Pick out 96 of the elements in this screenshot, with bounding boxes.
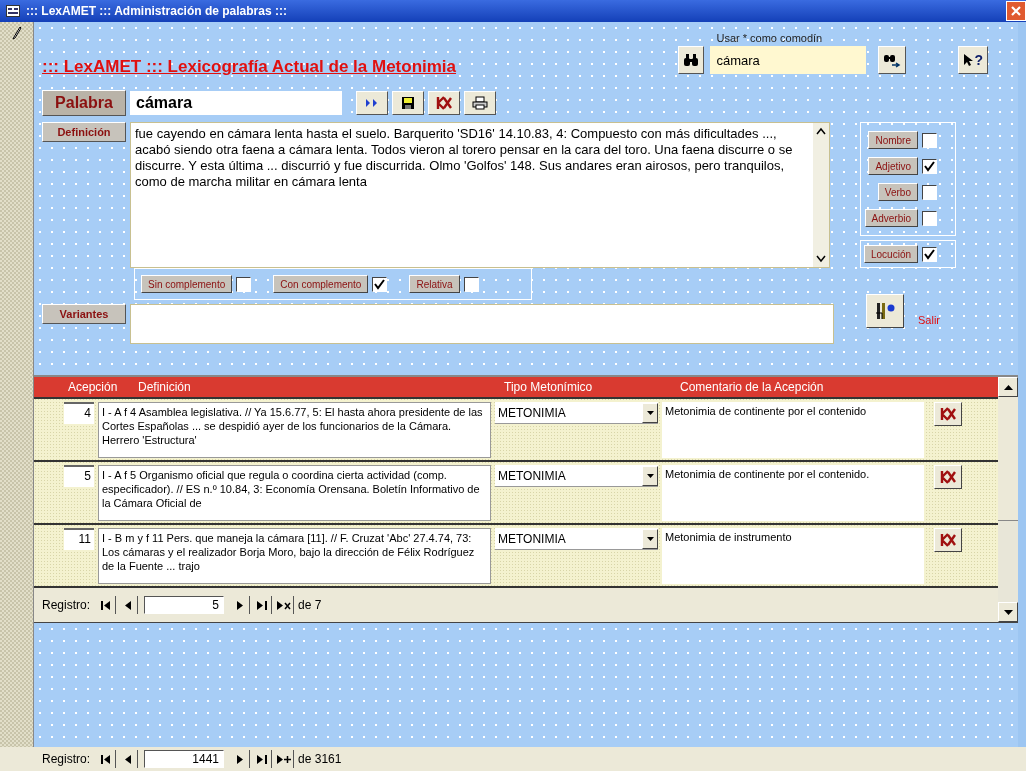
search-hint: Usar * como comodín xyxy=(715,32,824,44)
exit-label: Salir xyxy=(918,314,940,326)
scroll-down-icon xyxy=(1003,609,1013,615)
option-button[interactable]: Adjetivo xyxy=(868,157,918,175)
scrollbar[interactable] xyxy=(998,377,1018,622)
exit-button[interactable] xyxy=(866,294,904,328)
close-button[interactable] xyxy=(1006,1,1026,21)
checkbox[interactable] xyxy=(372,276,388,292)
option-button[interactable]: Sin complemento xyxy=(141,275,233,293)
sense-definition-field[interactable]: I - A f 4 Asamblea legislativa. // Ya 15.6.77, 5: El hasta ahora presidente de las Cortes Españolas ... se despidió ayer de los funcionarios de la Cámara. Herrero 'Estructura' xyxy=(98,402,491,458)
form-icon xyxy=(6,5,20,17)
sense-number-field[interactable]: 5 xyxy=(64,465,94,487)
type-dropdown[interactable]: METONIMIA xyxy=(495,402,658,424)
help-button[interactable]: ? xyxy=(958,46,988,74)
last-icon xyxy=(256,754,267,764)
caret-icon xyxy=(646,410,654,415)
delete-icon xyxy=(940,533,956,547)
scrollbar[interactable] xyxy=(813,123,829,267)
type-dropdown[interactable]: METONIMIA xyxy=(495,528,658,550)
binoculars-arrow-icon xyxy=(883,52,902,68)
checkbox[interactable] xyxy=(236,276,252,292)
word-label-button[interactable]: Palabra xyxy=(42,90,126,116)
print-button[interactable] xyxy=(464,91,496,115)
delete-sense-button[interactable] xyxy=(934,528,962,552)
variants-field[interactable] xyxy=(130,304,834,344)
search-field[interactable]: cámara xyxy=(710,46,867,74)
column-header: Comentario de la Acepción xyxy=(680,380,825,394)
new-record-button[interactable] xyxy=(274,750,295,768)
previous-icon xyxy=(124,754,131,764)
last-icon xyxy=(256,600,267,610)
option-button[interactable]: Verbo xyxy=(877,183,918,201)
go-button[interactable] xyxy=(356,91,388,115)
pointer-icon xyxy=(963,53,974,67)
definition-field[interactable]: fue cayendo en cámara lenta hasta el suelo. Barquerito 'SD16' 14.10.83, 4: Compuesto con más dificultades ..., acabó siendo otra faena a cámara lenta. Todos vieron al torero pensar en la cara del toro. Una faena discurre o se discurre. Y esta última ... discurrió y fue discurrida. Olmo 'Golfos' 148. Sus andares eran airosos, pero tranquilos, como de marcha militar en cámara lenta xyxy=(130,122,830,268)
binoculars-icon xyxy=(683,53,700,67)
checkbox[interactable] xyxy=(922,210,937,226)
scroll-down-icon xyxy=(816,255,826,263)
record-number-field[interactable]: 1441 xyxy=(144,750,225,768)
checkbox[interactable] xyxy=(922,246,937,262)
sense-comment-field[interactable]: Metonimia de instrumento xyxy=(662,528,924,584)
checkbox[interactable] xyxy=(463,276,479,292)
scroll-up-icon xyxy=(816,127,826,135)
sense-definition-field[interactable]: I - B m y f 11 Pers. que maneja la cámara [11]. // F. Cruzat 'Abc' 27.4.74, 73: Los cámaras y el realizador Borja Moro, bajo la dirección de Félix Rodríguez de la Fuente ... trajo xyxy=(98,528,491,584)
type-dropdown[interactable]: METONIMIA xyxy=(495,465,658,487)
definition-label-button[interactable]: Definición xyxy=(42,122,126,142)
printer-icon xyxy=(472,96,488,110)
delete-sense-button[interactable] xyxy=(934,465,962,489)
save-icon xyxy=(401,96,415,110)
delete-icon xyxy=(940,470,956,484)
record-count: de 3161 xyxy=(298,752,342,766)
navigator-label: Registro: xyxy=(42,752,91,766)
word-field[interactable]: cámara xyxy=(130,91,342,115)
navigator-label: Registro: xyxy=(42,598,91,612)
column-header: Definición xyxy=(138,380,192,394)
exit-door-icon xyxy=(874,301,896,321)
delete-button[interactable] xyxy=(428,91,460,115)
window-title: ::: LexAMET ::: Administración de palabras ::: xyxy=(26,4,287,18)
pencil-icon xyxy=(11,26,22,40)
delete-icon xyxy=(940,407,956,421)
option-button[interactable]: Locución xyxy=(863,245,918,263)
next-icon xyxy=(236,754,243,764)
option-button[interactable]: Adverbio xyxy=(864,209,918,227)
previous-icon xyxy=(124,600,131,610)
record-number-field[interactable]: 5 xyxy=(144,596,225,614)
next-icon xyxy=(236,600,243,610)
new-record-icon xyxy=(276,754,291,764)
sense-comment-field[interactable]: Metonimia de continente por el contenido xyxy=(662,402,924,458)
sense-comment-field[interactable]: Metonimia de continente por el contenido. xyxy=(662,465,924,521)
column-header: Tipo Metonímico xyxy=(504,380,594,394)
option-button[interactable]: Nombre xyxy=(868,131,918,149)
new-record-icon xyxy=(276,600,291,610)
checkbox[interactable] xyxy=(922,158,937,174)
save-button[interactable] xyxy=(392,91,424,115)
checkbox[interactable] xyxy=(922,132,937,148)
first-icon xyxy=(100,754,111,764)
sense-definition-field[interactable]: I - A f 5 Organismo oficial que regula o coordina cierta actividad (comp. especificador). // ES n.º 10.84, 3: Economía Orensana. Boletín Informativo de la Cámara Oficial de xyxy=(98,465,491,521)
variants-label-button[interactable]: Variantes xyxy=(42,304,126,324)
find-next-button[interactable] xyxy=(878,46,907,74)
sense-number-field[interactable]: 4 xyxy=(64,402,94,424)
find-button[interactable] xyxy=(678,46,705,74)
delete-sense-button[interactable] xyxy=(934,402,962,426)
first-icon xyxy=(100,600,111,610)
option-button[interactable]: Con complemento xyxy=(273,275,369,293)
record-selector[interactable] xyxy=(0,22,34,747)
sense-number-field[interactable]: 11 xyxy=(64,528,94,550)
column-header: Acepción xyxy=(68,380,119,394)
form-heading: ::: LexAMET ::: Lexicografía Actual de la Metonimia xyxy=(42,57,457,77)
checkbox[interactable] xyxy=(922,184,937,200)
record-count: de 7 xyxy=(298,598,322,612)
option-button[interactable]: Relativa xyxy=(409,275,460,293)
delete-icon xyxy=(436,96,452,110)
scroll-up-icon xyxy=(1003,384,1013,390)
close-icon xyxy=(1010,5,1022,17)
double-arrow-icon xyxy=(364,98,380,108)
caret-icon xyxy=(646,473,654,478)
caret-icon xyxy=(646,536,654,541)
